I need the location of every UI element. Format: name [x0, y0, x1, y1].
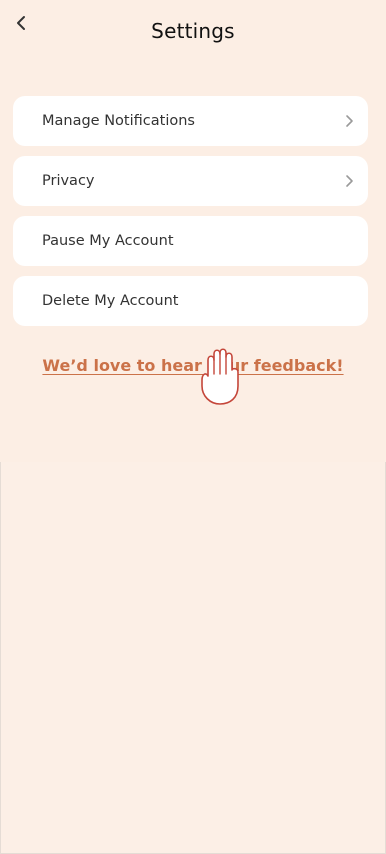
settings-menu: Manage Notifications Privacy Pause My Ac…: [13, 96, 368, 336]
menu-item-delete-account[interactable]: Delete My Account: [13, 276, 368, 326]
menu-item-label: Pause My Account: [42, 233, 174, 249]
chevron-right-icon: [344, 114, 354, 128]
menu-item-label: Delete My Account: [42, 293, 179, 309]
lower-area: [0, 462, 386, 854]
hand-pointer-icon: [201, 348, 239, 405]
menu-item-manage-notifications[interactable]: Manage Notifications: [13, 96, 368, 146]
menu-item-privacy[interactable]: Privacy: [13, 156, 368, 206]
menu-item-label: Privacy: [42, 173, 95, 189]
page-title: Settings: [151, 19, 235, 43]
chevron-right-icon: [344, 174, 354, 188]
menu-item-pause-account[interactable]: Pause My Account: [13, 216, 368, 266]
feedback-link[interactable]: We’d love to hear your feedback!: [0, 356, 386, 375]
menu-item-label: Manage Notifications: [42, 113, 195, 129]
